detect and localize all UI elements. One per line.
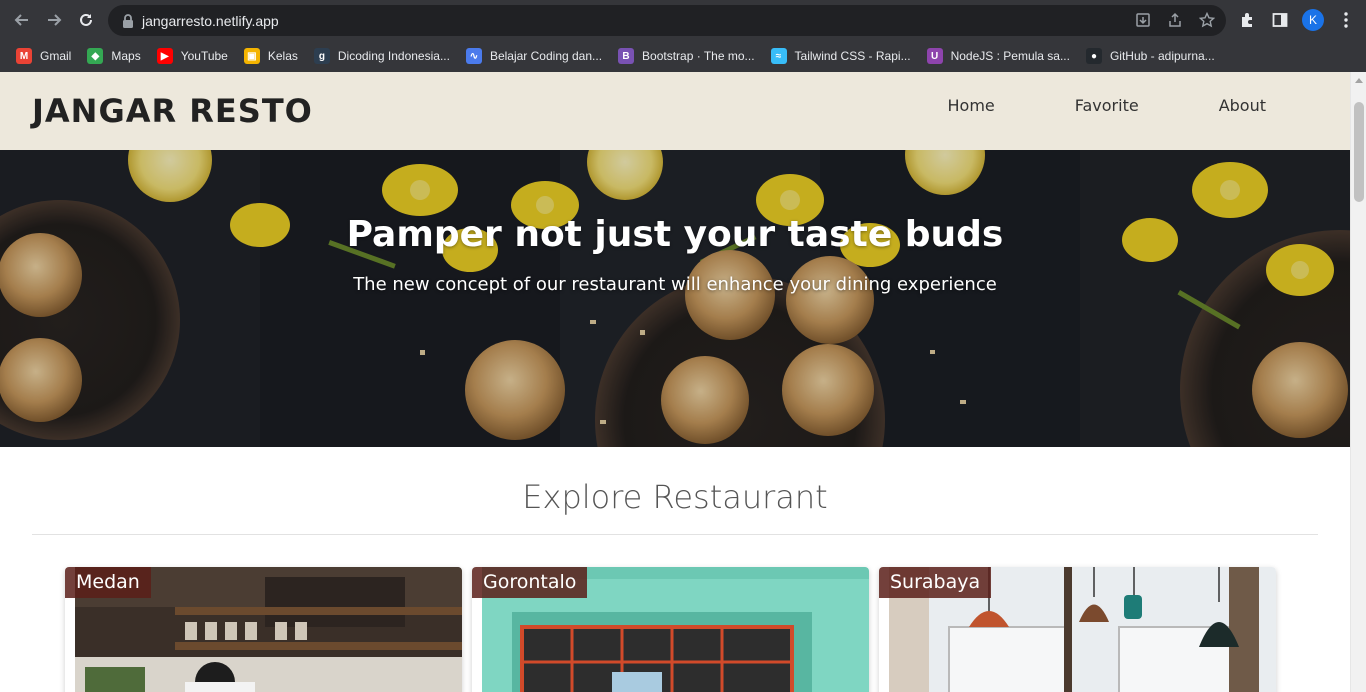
hero-subtitle: The new concept of our restaurant will e… (353, 274, 997, 295)
hero-section: Pamper not just your taste buds The new … (0, 150, 1350, 447)
brand-logo[interactable]: JANGAR RESTO (32, 92, 313, 130)
maps-icon: ◆ (87, 48, 104, 64)
profile-avatar[interactable]: K (1302, 9, 1324, 31)
bookmark-label: Tailwind CSS - Rapi... (794, 49, 911, 63)
bootstrap-icon: B (618, 48, 635, 64)
scroll-up-icon[interactable] (1355, 78, 1363, 83)
scrollbar-thumb[interactable] (1354, 102, 1364, 202)
bookmark-label: Belajar Coding dan... (489, 49, 603, 63)
bookmark-label: GitHub - adipurna... (1109, 49, 1215, 63)
back-icon[interactable] (10, 8, 34, 32)
restaurant-list: Medan Gorontalo Surabaya (65, 567, 1276, 692)
bookmark-star-icon[interactable] (1198, 11, 1216, 29)
tailwind-icon: ≈ (770, 48, 787, 64)
restaurant-city-badge: Surabaya (879, 567, 992, 598)
bookmark-item[interactable]: ▶ YouTube (155, 43, 236, 69)
bookmark-label: Gmail (40, 49, 72, 63)
section-divider (32, 534, 1318, 535)
browser-chrome: jangarresto.netlify.app K M Gmail ◆ Maps… (0, 0, 1366, 72)
bookmark-label: Maps (111, 49, 141, 63)
bookmark-label: Kelas (267, 49, 298, 63)
hero-title: Pamper not just your taste buds (346, 214, 1004, 255)
nav-favorite-link[interactable]: Favorite (1035, 96, 1179, 115)
bookmark-item[interactable]: ◆ Maps (85, 43, 148, 69)
restaurant-card[interactable]: Surabaya (879, 567, 1276, 692)
restaurant-card[interactable]: Gorontalo (472, 567, 869, 692)
page-viewport: JANGAR RESTO Home Favorite About Pamper … (0, 72, 1350, 692)
bookmark-item[interactable]: ● GitHub - adipurna... (1084, 43, 1223, 69)
classroom-icon: ▣ (243, 48, 260, 64)
github-icon: ● (1085, 48, 1102, 64)
bookmark-item[interactable]: U NodeJS : Pemula sa... (925, 43, 1078, 69)
nav-about-link[interactable]: About (1179, 96, 1266, 115)
bookmark-label: Dicoding Indonesia... (337, 49, 450, 63)
bookmark-item[interactable]: M Gmail (14, 43, 79, 69)
restaurant-city-badge: Gorontalo (472, 567, 588, 598)
bookmark-item[interactable]: ∿ Belajar Coding dan... (464, 43, 610, 69)
explore-title: Explore Restaurant (522, 478, 828, 516)
browser-toolbar: jangarresto.netlify.app K (0, 0, 1366, 40)
install-app-icon[interactable] (1134, 11, 1152, 29)
bookmark-item[interactable]: B Bootstrap · The mo... (616, 43, 763, 69)
bookmark-label: YouTube (180, 49, 228, 63)
codepolitan-icon: ∿ (465, 48, 482, 64)
forward-icon[interactable] (42, 8, 66, 32)
main-nav: Home Favorite About (908, 96, 1267, 115)
bookmark-label: NodeJS : Pemula sa... (950, 49, 1070, 63)
hero-overlay (0, 150, 1350, 447)
side-panel-icon[interactable] (1270, 9, 1290, 31)
restaurant-city-badge: Medan (65, 567, 151, 598)
address-bar[interactable]: jangarresto.netlify.app (108, 5, 1226, 36)
youtube-icon: ▶ (156, 48, 173, 64)
bookmark-label: Bootstrap · The mo... (642, 49, 755, 63)
menu-dots-icon[interactable] (1336, 9, 1356, 31)
nav-home-link[interactable]: Home (908, 96, 1035, 115)
bookmarks-bar: M Gmail ◆ Maps ▶ YouTube ▣ Kelas g Dicoding Indon… (0, 40, 1366, 72)
site-header: JANGAR RESTO Home Favorite About (0, 72, 1350, 150)
bookmark-item[interactable]: ▣ Kelas (242, 43, 306, 69)
restaurant-card[interactable]: Medan (65, 567, 462, 692)
extensions-icon[interactable] (1238, 9, 1258, 31)
gmail-icon: M (16, 48, 32, 64)
bookmark-item[interactable]: g Dicoding Indonesia... (312, 43, 458, 69)
page-scrollbar[interactable] (1350, 72, 1366, 692)
share-icon[interactable] (1166, 11, 1184, 29)
bookmark-item[interactable]: ≈ Tailwind CSS - Rapi... (769, 43, 919, 69)
url-text[interactable]: jangarresto.netlify.app (142, 13, 279, 29)
lock-icon[interactable] (120, 13, 136, 29)
dicoding-icon: g (313, 48, 330, 64)
nodejs-course-icon: U (926, 48, 943, 64)
reload-icon[interactable] (74, 8, 98, 32)
